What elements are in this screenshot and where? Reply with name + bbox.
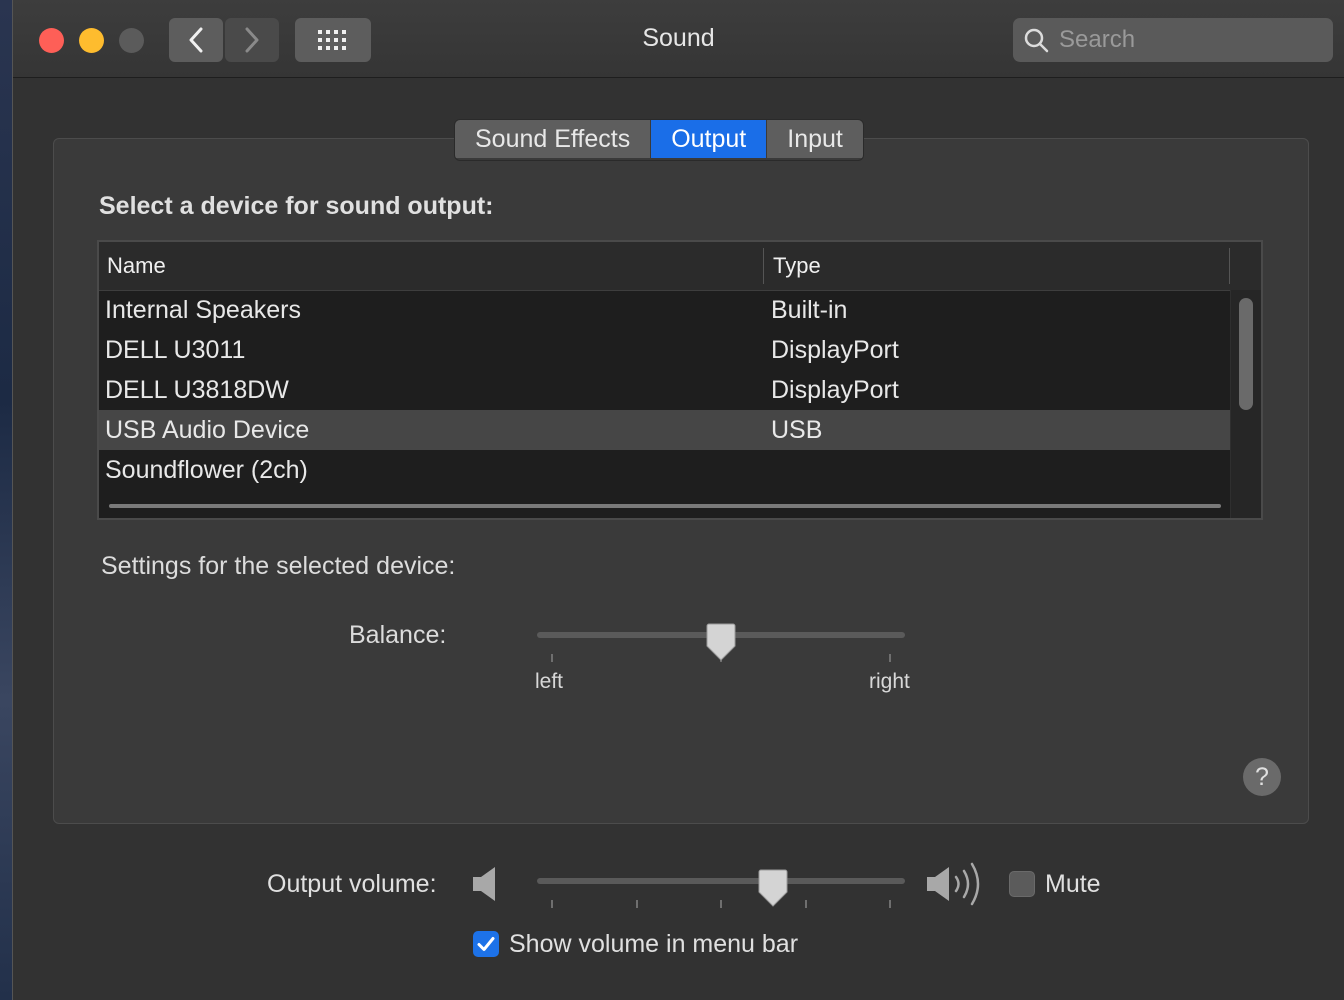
device-type: Built-in: [771, 295, 848, 324]
column-divider[interactable]: [763, 248, 764, 284]
search-field[interactable]: [1013, 18, 1333, 62]
device-type: USB: [771, 415, 823, 444]
balance-left-label: left: [535, 670, 564, 693]
mute-checkbox[interactable]: [1009, 871, 1035, 897]
vertical-scrollbar[interactable]: [1230, 290, 1261, 518]
checkmark-icon: [477, 937, 495, 951]
show-volume-label[interactable]: Show volume in menu bar: [509, 930, 798, 959]
sound-preferences-window: Sound Sound Effects Output Input Select …: [12, 0, 1344, 1000]
tab-sound-effects[interactable]: Sound Effects: [455, 120, 652, 158]
volume-high-icon: [927, 862, 980, 906]
balance-label: Balance:: [349, 621, 447, 649]
settings-heading: Settings for the selected device:: [101, 552, 456, 580]
device-name: Soundflower (2ch): [105, 455, 308, 484]
search-icon: [1024, 28, 1049, 53]
device-type: DisplayPort: [771, 375, 899, 404]
volume-low-icon: [473, 867, 495, 901]
slider-tick: [551, 900, 553, 908]
device-name: DELL U3011: [105, 335, 246, 364]
slider-tick: [551, 654, 553, 662]
horizontal-scroll-thumb[interactable]: [109, 504, 1221, 508]
vertical-scroll-thumb[interactable]: [1239, 298, 1253, 410]
table-header: Name Type: [99, 242, 1261, 291]
device-name: DELL U3818DW: [105, 375, 289, 404]
slider-tick: [889, 900, 891, 908]
table-row[interactable]: DELL U3011 DisplayPort: [99, 330, 1231, 370]
table-row[interactable]: Internal Speakers Built-in: [99, 290, 1231, 330]
table-row-selected[interactable]: USB Audio Device USB: [99, 410, 1231, 450]
column-header-name[interactable]: Name: [107, 242, 166, 290]
balance-right-label: right: [869, 670, 910, 693]
device-type: DisplayPort: [771, 335, 899, 364]
tab-bar: Sound Effects Output Input: [454, 119, 864, 161]
output-volume-label: Output volume:: [267, 870, 437, 898]
volume-slider-track[interactable]: [537, 878, 905, 884]
slider-tick: [720, 900, 722, 908]
balance-slider-knob[interactable]: [705, 622, 737, 662]
show-volume-checkbox[interactable]: [473, 931, 499, 957]
column-header-type[interactable]: Type: [773, 242, 821, 290]
tab-output[interactable]: Output: [651, 120, 768, 158]
tab-input[interactable]: Input: [767, 120, 863, 158]
volume-slider-knob[interactable]: [757, 868, 789, 908]
table-row[interactable]: Soundflower (2ch): [99, 450, 1231, 490]
help-button[interactable]: ?: [1243, 758, 1281, 796]
title-bar: Sound: [13, 0, 1344, 78]
device-name: Internal Speakers: [105, 295, 301, 324]
column-divider[interactable]: [1229, 248, 1230, 284]
table-row[interactable]: DELL U3818DW DisplayPort: [99, 370, 1231, 410]
slider-tick: [889, 654, 891, 662]
output-device-table: Name Type Internal Speakers Built-in DEL…: [97, 240, 1263, 520]
slider-tick: [636, 900, 638, 908]
output-device-heading: Select a device for sound output:: [99, 192, 494, 220]
device-name: USB Audio Device: [105, 415, 310, 444]
slider-tick: [805, 900, 807, 908]
search-input[interactable]: [1057, 25, 1321, 55]
mute-label[interactable]: Mute: [1045, 870, 1101, 899]
